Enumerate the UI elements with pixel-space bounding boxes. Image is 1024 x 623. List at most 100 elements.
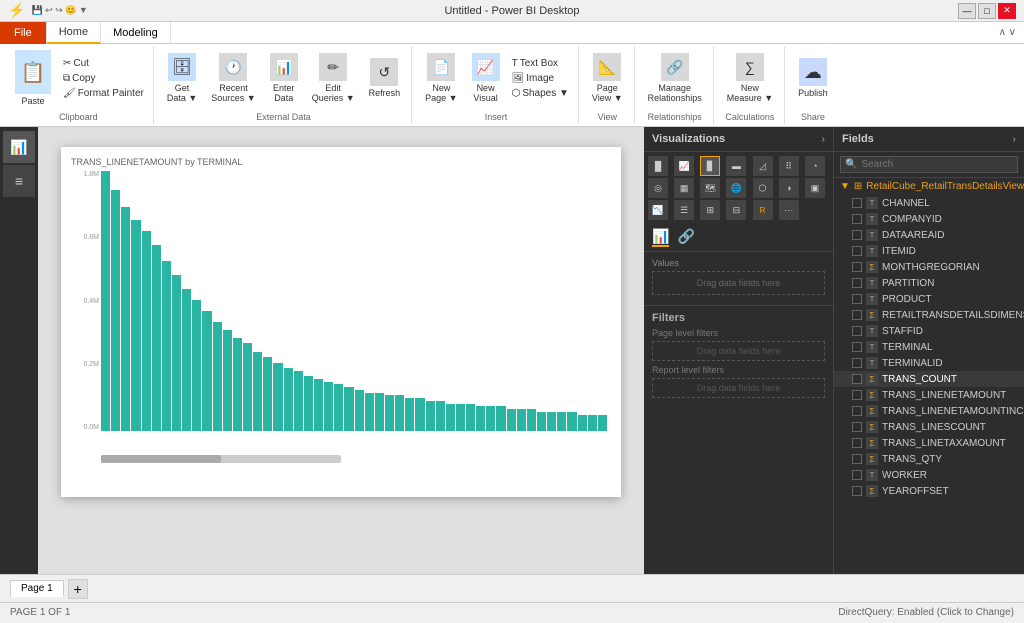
field-item[interactable]: TITEMID: [834, 243, 1024, 259]
field-checkbox[interactable]: [852, 214, 862, 224]
new-visual-button[interactable]: 📈 NewVisual: [467, 50, 505, 106]
field-item[interactable]: ΣRETAILTRANSDETAILSDIMENSION: [834, 307, 1024, 323]
page-filters-drop[interactable]: Drag data fields here: [652, 341, 825, 361]
viz-treemap-icon[interactable]: ▦: [674, 178, 694, 198]
viz-area-chart-icon[interactable]: ◿: [753, 156, 773, 176]
field-checkbox[interactable]: [852, 358, 862, 368]
enter-data-button[interactable]: 📊 EnterData: [265, 50, 303, 106]
horizontal-scrollbar[interactable]: [71, 455, 611, 463]
recent-sources-button[interactable]: 🕐 RecentSources ▼: [206, 50, 260, 106]
field-checkbox[interactable]: [852, 438, 862, 448]
page-1-tab[interactable]: Page 1: [10, 580, 64, 597]
viz-matrix-icon[interactable]: ⊟: [726, 200, 746, 220]
field-checkbox[interactable]: [852, 470, 862, 480]
viz-map-icon[interactable]: 🗺: [700, 178, 720, 198]
fields-search-box[interactable]: 🔍: [840, 156, 1018, 173]
copy-button[interactable]: ⧉ Copy: [60, 72, 147, 85]
tab-file[interactable]: File: [0, 22, 47, 44]
field-item[interactable]: TWORKER: [834, 467, 1024, 483]
field-checkbox[interactable]: [852, 342, 862, 352]
field-checkbox[interactable]: [852, 454, 862, 464]
viz-tab-fields[interactable]: 📊: [652, 228, 669, 247]
data-view-icon[interactable]: ≡: [3, 165, 35, 197]
field-checkbox[interactable]: [852, 406, 862, 416]
format-painter-button[interactable]: 🖌 Format Painter: [60, 87, 147, 100]
field-item[interactable]: TTERMINAL: [834, 339, 1024, 355]
page-view-button[interactable]: 📐 PageView ▼: [587, 50, 628, 106]
get-data-button[interactable]: 🗄 GetData ▼: [162, 50, 202, 106]
new-measure-button[interactable]: ∑ NewMeasure ▼: [722, 50, 778, 106]
field-item[interactable]: ΣTRANS_LINETAXAMOUNT: [834, 435, 1024, 451]
report-filters-drop[interactable]: Drag data fields here: [652, 378, 825, 398]
visualizations-expand[interactable]: ›: [822, 134, 825, 145]
close-button[interactable]: ✕: [998, 3, 1016, 19]
minimize-button[interactable]: —: [958, 3, 976, 19]
field-item[interactable]: TDATAAREAID: [834, 227, 1024, 243]
maximize-button[interactable]: □: [978, 3, 996, 19]
field-item[interactable]: ΣTRANS_LINENETAMOUNT: [834, 387, 1024, 403]
viz-pie-icon[interactable]: ◔: [805, 156, 825, 176]
field-item[interactable]: ΣTRANS_QTY: [834, 451, 1024, 467]
field-item[interactable]: TSTAFFID: [834, 323, 1024, 339]
field-checkbox[interactable]: [852, 390, 862, 400]
field-checkbox[interactable]: [852, 486, 862, 496]
viz-custom-r-icon[interactable]: R: [753, 200, 773, 220]
field-checkbox[interactable]: [852, 230, 862, 240]
field-item[interactable]: TPRODUCT: [834, 291, 1024, 307]
tab-modeling[interactable]: Modeling: [101, 22, 171, 44]
new-page-button[interactable]: 📄 NewPage ▼: [420, 50, 462, 106]
field-checkbox[interactable]: [852, 262, 862, 272]
field-item[interactable]: ΣMONTHGREGORIAN: [834, 259, 1024, 275]
viz-filled-map-icon[interactable]: 🌐: [726, 178, 746, 198]
field-item[interactable]: TTERMINALID: [834, 355, 1024, 371]
viz-funnel-icon[interactable]: ⬡: [753, 178, 773, 198]
field-item[interactable]: ΣYEAROFFSET: [834, 483, 1024, 499]
fields-table-header[interactable]: ▼ ⊞ RetailCube_RetailTransDetailsView: [834, 178, 1024, 195]
viz-stacked-bar-icon[interactable]: ▬: [726, 156, 746, 176]
field-checkbox[interactable]: [852, 294, 862, 304]
fields-search-input[interactable]: [861, 159, 1013, 170]
title-bar-controls[interactable]: — □ ✕: [958, 3, 1016, 19]
field-item[interactable]: TCHANNEL: [834, 195, 1024, 211]
report-view-icon[interactable]: 📊: [3, 131, 35, 163]
field-checkbox[interactable]: [852, 198, 862, 208]
field-checkbox[interactable]: [852, 246, 862, 256]
paste-button[interactable]: 📋 Paste: [10, 47, 56, 109]
field-item[interactable]: ΣTRANS_LINENETAMOUNTINCLTAX: [834, 403, 1024, 419]
publish-button[interactable]: ☁ Publish: [793, 55, 833, 101]
viz-line-chart-icon[interactable]: 📈: [674, 156, 694, 176]
field-checkbox[interactable]: [852, 422, 862, 432]
field-item[interactable]: ΣTRANS_COUNT: [834, 371, 1024, 387]
viz-tab-format[interactable]: 🔗: [677, 228, 694, 247]
viz-scatter-icon[interactable]: ⠿: [779, 156, 799, 176]
shapes-button[interactable]: ⬡ Shapes ▼: [509, 87, 572, 100]
image-button[interactable]: 🖼 Image: [509, 72, 572, 85]
refresh-button[interactable]: ↺ Refresh: [364, 55, 406, 101]
tab-home[interactable]: Home: [47, 22, 101, 44]
directquery-status[interactable]: DirectQuery: Enabled (Click to Change): [838, 607, 1014, 618]
viz-bar-chart-icon[interactable]: ▐▌: [648, 156, 668, 176]
viz-kpi-icon[interactable]: 📉: [648, 200, 668, 220]
viz-table-icon[interactable]: ⊞: [700, 200, 720, 220]
viz-slicer-icon[interactable]: ☰: [674, 200, 694, 220]
edit-queries-button[interactable]: ✏ EditQueries ▼: [307, 50, 360, 106]
field-item[interactable]: TCOMPANYID: [834, 211, 1024, 227]
viz-gauge-icon[interactable]: ◑: [779, 178, 799, 198]
manage-relationships-button[interactable]: 🔗 ManageRelationships: [643, 50, 707, 106]
fields-expand[interactable]: ›: [1013, 134, 1016, 145]
viz-more-icon[interactable]: ···: [779, 200, 799, 220]
viz-donut-icon[interactable]: ◎: [648, 178, 668, 198]
field-checkbox[interactable]: [852, 278, 862, 288]
add-page-button[interactable]: +: [68, 579, 88, 599]
text-box-button[interactable]: T Text Box: [509, 57, 572, 70]
viz-card-icon[interactable]: ▣: [805, 178, 825, 198]
field-checkbox[interactable]: [852, 374, 862, 384]
viz-column-chart-icon[interactable]: ▊: [700, 156, 720, 176]
field-item[interactable]: TPARTITION: [834, 275, 1024, 291]
field-item[interactable]: ΣTRANS_LINESCOUNT: [834, 419, 1024, 435]
canvas-page[interactable]: TRANS_LINENETAMOUNT by TERMINAL 1.8M 0.8…: [61, 147, 621, 497]
field-checkbox[interactable]: [852, 326, 862, 336]
field-checkbox[interactable]: [852, 310, 862, 320]
viz-values-drop[interactable]: Drag data fields here: [652, 271, 825, 295]
cut-button[interactable]: ✂ Cut: [60, 57, 147, 70]
